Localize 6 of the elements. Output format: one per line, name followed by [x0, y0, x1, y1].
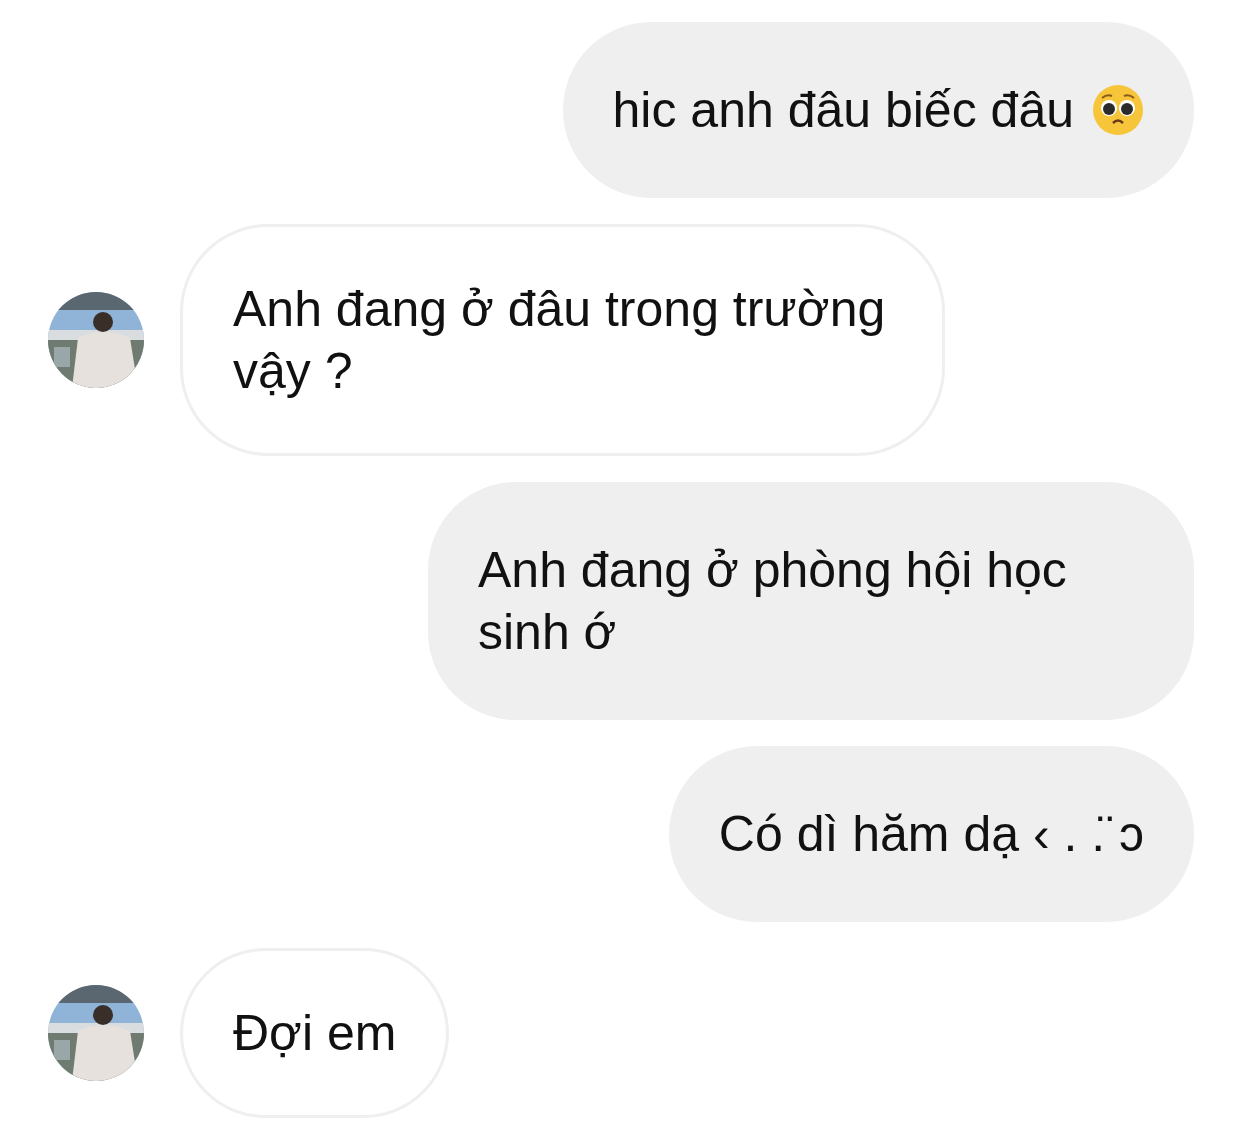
message-text: Anh đang ở phòng hội học sinh ớ: [478, 541, 1068, 662]
message-text: Anh đang ở đâu trong trường vậy ?: [233, 280, 887, 401]
message-text: Có dì hăm dạ ‹ . .̈ ɔ: [718, 805, 1144, 864]
message-text: hic anh đâu biếc đâu: [612, 81, 1074, 140]
pleading-face-icon: [1092, 84, 1144, 136]
message-text: Đợi em: [233, 1004, 397, 1063]
